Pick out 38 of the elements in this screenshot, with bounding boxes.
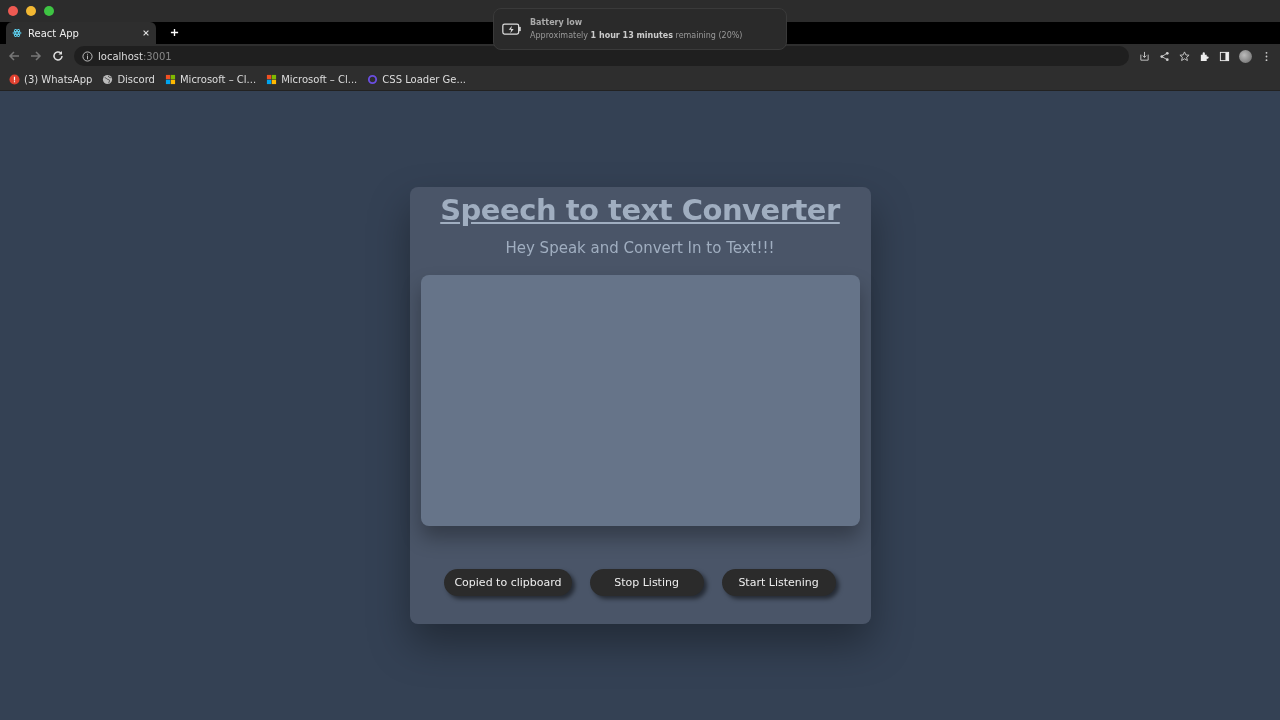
info-icon[interactable] bbox=[82, 50, 93, 62]
close-icon[interactable] bbox=[142, 29, 150, 37]
side-panel-icon[interactable] bbox=[1219, 50, 1230, 62]
bookmark-link[interactable]: CSS Loader Ge... bbox=[367, 73, 467, 85]
battery-icon bbox=[502, 23, 522, 35]
app-title: Speech to text Converter bbox=[440, 193, 840, 227]
bookmark-link[interactable]: Discord bbox=[102, 73, 155, 85]
transcript-field[interactable] bbox=[420, 275, 860, 526]
bookmark-link[interactable]: Microsoft – Cl... bbox=[266, 73, 358, 85]
back-icon[interactable] bbox=[8, 50, 20, 62]
bookmark-link[interactable]: Microsoft – Cl... bbox=[164, 73, 257, 85]
tab-title: React App bbox=[28, 27, 80, 39]
minimize-window-button[interactable] bbox=[26, 6, 36, 16]
ring-icon bbox=[367, 73, 379, 85]
alert-icon bbox=[9, 73, 20, 85]
close-window-button[interactable] bbox=[8, 6, 18, 16]
notification-title: Battery low bbox=[530, 18, 584, 27]
action-button[interactable]: Copied to clipboard bbox=[444, 569, 572, 596]
globe-icon bbox=[102, 73, 114, 85]
profile-avatar[interactable] bbox=[1239, 49, 1252, 63]
share-icon[interactable] bbox=[1159, 50, 1170, 62]
extensions-icon[interactable] bbox=[1199, 50, 1210, 62]
action-button[interactable]: Stop Listing bbox=[589, 569, 704, 596]
notification-message: Approximately 1 hour 13 minutes remaining (20%) bbox=[530, 31, 743, 40]
browser-tab[interactable]: React App bbox=[6, 22, 156, 44]
install-icon[interactable] bbox=[1139, 50, 1150, 62]
address-bar[interactable]: localhost:3001 bbox=[74, 46, 1129, 66]
bookmark-link[interactable]: (3) WhatsApp bbox=[9, 73, 93, 85]
reload-icon[interactable] bbox=[52, 50, 64, 62]
action-button[interactable]: Start Listening bbox=[721, 569, 836, 596]
forward-icon[interactable] bbox=[30, 50, 42, 62]
four-squares-icon bbox=[164, 73, 176, 85]
star-icon[interactable] bbox=[1179, 50, 1190, 62]
app-subtitle: Hey Speak and Convert In to Text!!! bbox=[505, 239, 775, 257]
new-tab-icon[interactable] bbox=[170, 28, 179, 37]
atom-icon bbox=[12, 28, 22, 38]
four-squares-icon bbox=[266, 73, 278, 85]
maximize-window-button[interactable] bbox=[44, 6, 54, 16]
